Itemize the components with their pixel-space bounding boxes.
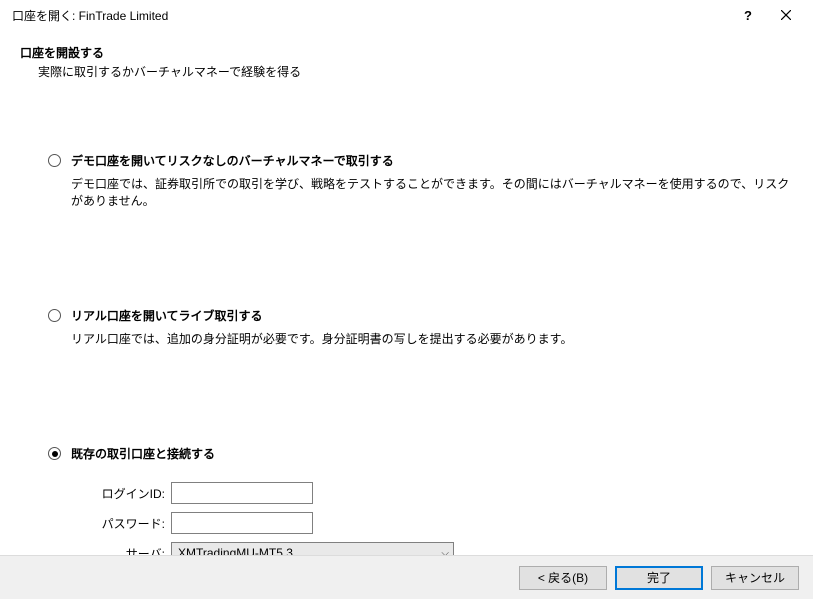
login-input[interactable] bbox=[171, 482, 313, 504]
password-label: パスワード: bbox=[71, 515, 171, 532]
option-existing-label: 既存の取引口座と接続する bbox=[71, 445, 215, 462]
content-area: 口座を開設する 実際に取引するかバーチャルマネーで経験を得る デモ口座を開いてリ… bbox=[0, 30, 813, 564]
finish-button[interactable]: 完了 bbox=[615, 566, 703, 590]
window-title: 口座を開く: FinTrade Limited bbox=[12, 7, 729, 24]
back-button[interactable]: < 戻る(B) bbox=[519, 566, 607, 590]
help-button[interactable]: ? bbox=[729, 1, 767, 29]
option-real-desc: リアル口座では、追加の身分証明が必要です。身分証明書の写しを提出する必要がありま… bbox=[71, 330, 793, 347]
radio-real[interactable] bbox=[48, 309, 61, 322]
login-label: ログインID: bbox=[71, 485, 171, 502]
password-input[interactable] bbox=[171, 512, 313, 534]
close-button[interactable] bbox=[767, 1, 805, 29]
option-existing-row[interactable]: 既存の取引口座と接続する bbox=[48, 445, 793, 462]
options-group: デモ口座を開いてリスクなしのバーチャルマネーで取引する デモ口座では、証券取引所… bbox=[20, 152, 793, 564]
option-real-label: リアル口座を開いてライブ取引する bbox=[71, 307, 263, 324]
titlebar: 口座を開く: FinTrade Limited ? bbox=[0, 0, 813, 30]
footer: < 戻る(B) 完了 キャンセル bbox=[0, 555, 813, 599]
option-real: リアル口座を開いてライブ取引する リアル口座では、追加の身分証明が必要です。身分… bbox=[48, 307, 793, 347]
radio-existing[interactable] bbox=[48, 447, 61, 460]
close-icon bbox=[781, 10, 791, 20]
login-row: ログインID: bbox=[71, 482, 793, 504]
option-demo-row[interactable]: デモ口座を開いてリスクなしのバーチャルマネーで取引する bbox=[48, 152, 793, 169]
option-demo-desc: デモ口座では、証券取引所での取引を学び、戦略をテストすることができます。その間に… bbox=[71, 175, 793, 209]
page-title: 口座を開設する bbox=[20, 44, 793, 61]
option-demo-label: デモ口座を開いてリスクなしのバーチャルマネーで取引する bbox=[71, 152, 394, 169]
option-demo: デモ口座を開いてリスクなしのバーチャルマネーで取引する デモ口座では、証券取引所… bbox=[48, 152, 793, 209]
page-subtitle: 実際に取引するかバーチャルマネーで経験を得る bbox=[20, 63, 793, 80]
existing-form: ログインID: パスワード: サーバ: XMTradingMU-MT5 3 ⌵ bbox=[71, 482, 793, 564]
option-real-row[interactable]: リアル口座を開いてライブ取引する bbox=[48, 307, 793, 324]
cancel-button[interactable]: キャンセル bbox=[711, 566, 799, 590]
radio-demo[interactable] bbox=[48, 154, 61, 167]
password-row: パスワード: bbox=[71, 512, 793, 534]
option-existing: 既存の取引口座と接続する ログインID: パスワード: サーバ: XMTradi… bbox=[48, 445, 793, 564]
